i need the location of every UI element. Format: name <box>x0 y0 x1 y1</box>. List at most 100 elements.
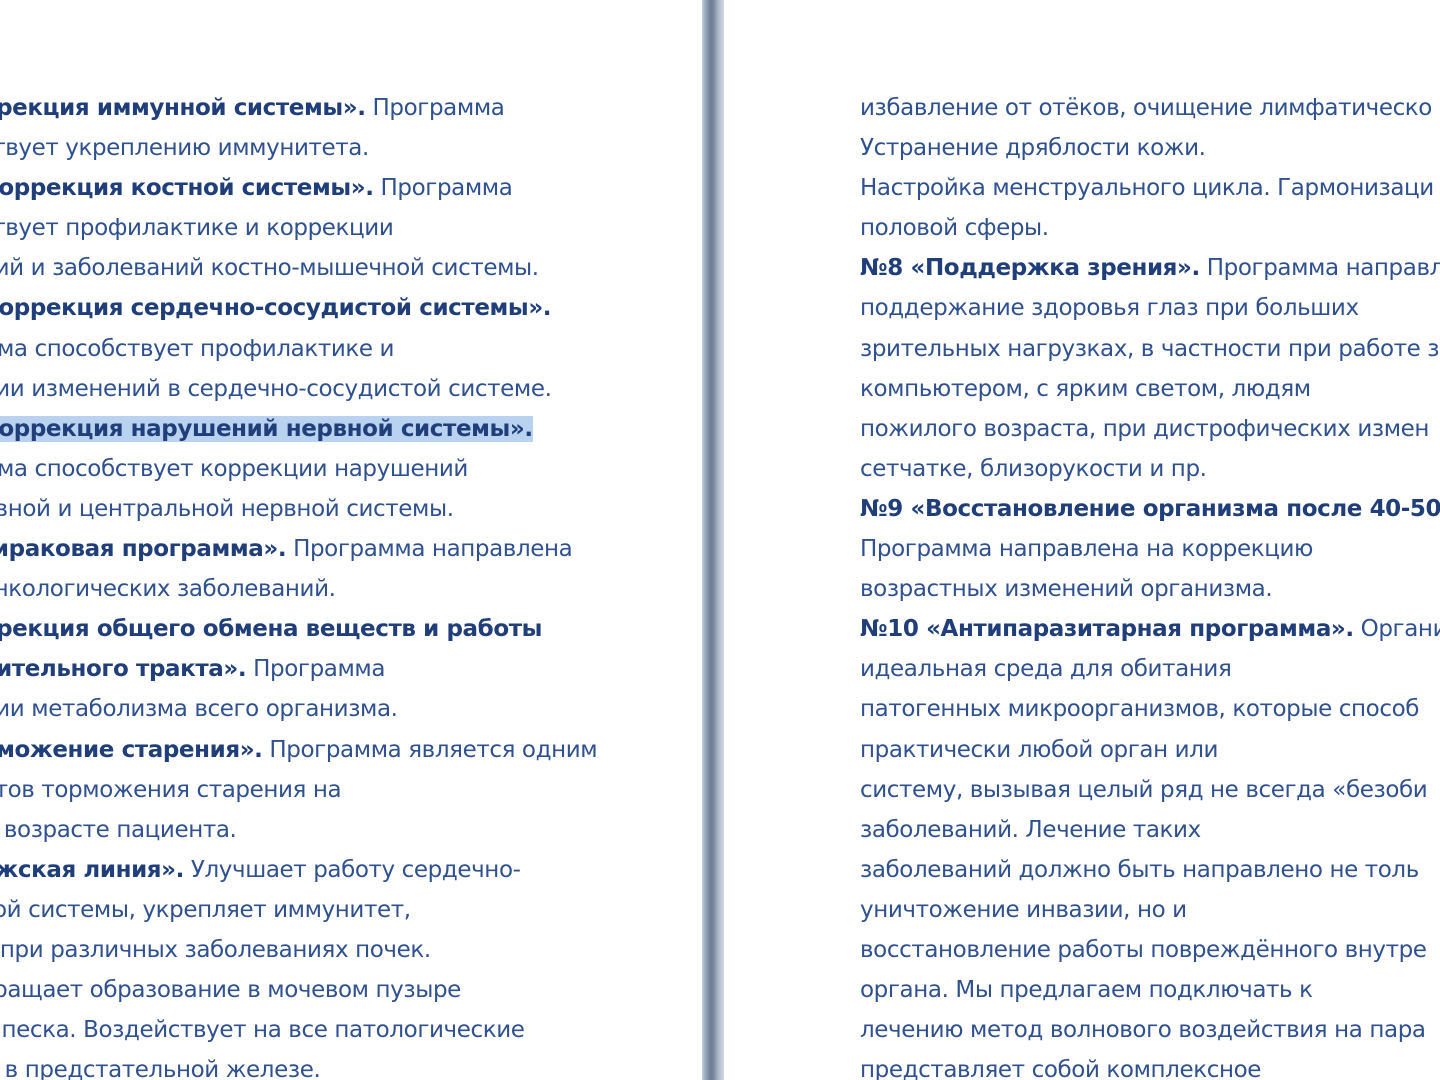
text-line: нтов торможения старения на <box>0 770 597 810</box>
body-text: восстановление работы повреждённого внут… <box>860 936 1427 963</box>
heading-text: Коррекция сердечно-сосудистой системы». <box>0 295 552 322</box>
document-page-left[interactable]: ррекция иммунной системы». Программа ству… <box>0 0 702 1080</box>
text-line: той системы, укрепляет иммунитет, <box>0 890 597 930</box>
text-line: Коррекция костной системы». Программа <box>0 168 597 208</box>
text-line: ивной и центральной нервной системы. <box>0 489 597 529</box>
heading-text: №9 «Восстановление организма после 40-50… <box>860 495 1440 522</box>
text-line: ции изменений в сердечно-сосудистой сист… <box>0 369 597 409</box>
text-line: заболеваний должно быть направлено не то… <box>860 850 1440 890</box>
body-text: идеальная среда для обитания <box>860 656 1232 683</box>
text-line: сетчатке, близорукости и пр. <box>860 449 1440 489</box>
body-text: вращает образование в мочевом пузыре <box>0 977 461 1004</box>
body-text: Программа <box>373 175 513 202</box>
body-text: сетчатке, близорукости и пр. <box>860 455 1207 482</box>
text-line: мма способствует профилактике и <box>0 329 597 369</box>
text-line: мма способствует коррекции нарушений <box>0 449 597 489</box>
document-page-right[interactable]: избавление от отёков, очищение лимфатиче… <box>724 0 1440 1080</box>
body-text: ствует профилактике и коррекции <box>0 215 394 242</box>
page-text-left: ррекция иммунной системы». Программа ству… <box>0 88 598 1080</box>
body-text: систему, вызывая целый ряд не всегда «бе… <box>860 776 1428 803</box>
body-text: Программа направлена <box>286 536 573 563</box>
text-line: №9 «Восстановление организма после 40-50… <box>860 489 1440 529</box>
heading-text: ожская линия». <box>0 856 184 883</box>
body-text: компьютером, с ярким светом, людям <box>860 375 1311 402</box>
text-line: патогенных микроорганизмов, которые спос… <box>860 689 1440 729</box>
body-text: ствует укреплению иммунитета. <box>0 135 369 162</box>
text-line: ррекция общего обмена веществ и работы <box>0 609 597 649</box>
heading-text: №8 «Поддержка зрения». <box>860 255 1200 282</box>
body-text: Программа направлена на коррекцию <box>860 536 1313 563</box>
text-line: ы в предстательной железе. <box>0 1050 597 1080</box>
body-text: поддержание здоровья глаз при больших <box>860 295 1359 322</box>
body-text: онкологических заболеваний. <box>0 576 336 603</box>
body-text: лечению метод волнового воздействия на п… <box>860 1017 1426 1044</box>
body-text: ции изменений в сердечно-сосудистой сист… <box>0 375 552 402</box>
text-line: ции метаболизма всего организма. <box>0 689 597 729</box>
body-text: заболеваний. Лечение таких <box>860 816 1201 843</box>
body-text: Улучшает работу сердечно- <box>183 856 521 883</box>
body-text: Программа направл <box>1199 255 1440 282</box>
text-line: т при различных заболеваниях почек. <box>0 930 597 970</box>
body-text: уничтожение инвазии, но и <box>860 896 1187 923</box>
page-gutter-divider <box>702 0 724 1080</box>
text-line: тираковая программа». Программа направле… <box>0 529 597 569</box>
text-line: органа. Мы предлагаем подключать к <box>860 970 1440 1010</box>
body-text: и песка. Воздействует на все патологичес… <box>0 1017 525 1044</box>
body-text: Органи <box>1353 616 1440 643</box>
text-line: Коррекция сердечно-сосудистой системы». <box>0 288 597 328</box>
text-line: №8 «Поддержка зрения». Программа направл <box>860 248 1440 288</box>
text-line: уничтожение инвазии, но и <box>860 890 1440 930</box>
text-line: Программа направлена на коррекцию <box>860 529 1440 569</box>
body-text: той системы, укрепляет иммунитет, <box>0 896 411 923</box>
text-line: возрастных изменений организма. <box>860 569 1440 609</box>
body-text: Программа <box>246 656 386 683</box>
body-text: избавление от отёков, очищение лимфатиче… <box>860 95 1432 121</box>
body-text: половой сферы. <box>860 215 1049 242</box>
body-text: Устранение дряблости кожи. <box>860 135 1206 162</box>
text-line: половой сферы. <box>860 208 1440 248</box>
text-line: избавление от отёков, очищение лимфатиче… <box>860 88 1440 128</box>
text-line: зрительных нагрузках, в частности при ра… <box>860 329 1440 369</box>
body-text: ний и заболеваний костно-мышечной систем… <box>0 255 539 282</box>
body-text: органа. Мы предлагаем подключать к <box>860 977 1313 1004</box>
text-line: представляет собой комплексное <box>860 1050 1440 1080</box>
text-line: пожилого возраста, при дистрофических из… <box>860 409 1440 449</box>
text-line: лечению метод волнового воздействия на п… <box>860 1010 1440 1050</box>
body-text: Программа <box>365 95 505 121</box>
text-line: практически любой орган или <box>860 730 1440 770</box>
body-text: пожилого возраста, при дистрофических из… <box>860 415 1430 442</box>
body-text: возрастных изменений организма. <box>860 576 1273 603</box>
text-line: систему, вызывая целый ряд не всегда «бе… <box>860 770 1440 810</box>
heading-text: ррекция общего обмена веществ и работы <box>0 616 543 643</box>
body-text: мма способствует коррекции нарушений <box>0 455 468 482</box>
text-line: м возрасте пациента. <box>0 810 597 850</box>
text-line: Настройка менструального цикла. Гармониз… <box>860 168 1440 208</box>
text-line: ствует укреплению иммунитета. <box>0 128 597 168</box>
heading-text: рможение старения». <box>0 736 263 763</box>
body-text: нтов торможения старения на <box>0 776 342 803</box>
body-text: заболеваний должно быть направлено не то… <box>860 856 1419 883</box>
heading-text: рительного тракта». <box>0 656 247 683</box>
body-text: практически любой орган или <box>860 736 1219 763</box>
body-text: Программа является одним <box>262 736 598 763</box>
text-line: Устранение дряблости кожи. <box>860 128 1440 168</box>
text-line: восстановление работы повреждённого внут… <box>860 930 1440 970</box>
body-text: ции метаболизма всего организма. <box>0 696 398 723</box>
body-text: зрительных нагрузках, в частности при ра… <box>860 335 1440 362</box>
page-text-right: избавление от отёков, очищение лимфатиче… <box>860 88 1440 1080</box>
text-line: ний и заболеваний костно-мышечной систем… <box>0 248 597 288</box>
text-line: №10 «Антипаразитарная программа». Органи <box>860 609 1440 649</box>
text-line: ррекция иммунной системы». Программа <box>0 88 597 128</box>
text-line: Коррекция нарушений нервной системы». <box>0 409 597 449</box>
body-text: ивной и центральной нервной системы. <box>0 495 454 522</box>
heading-text: Коррекция костной системы». <box>0 175 374 202</box>
text-line: заболеваний. Лечение таких <box>860 810 1440 850</box>
heading-text: №10 «Антипаразитарная программа». <box>860 616 1354 643</box>
text-line: компьютером, с ярким светом, людям <box>860 369 1440 409</box>
body-text: мма способствует профилактике и <box>0 335 395 362</box>
body-text: представляет собой комплексное <box>860 1057 1262 1080</box>
text-line: и песка. Воздействует на все патологичес… <box>0 1010 597 1050</box>
heading-text: ррекция иммунной системы». <box>0 95 366 121</box>
text-line: поддержание здоровья глаз при больших <box>860 288 1440 328</box>
body-text: м возрасте пациента. <box>0 816 237 843</box>
